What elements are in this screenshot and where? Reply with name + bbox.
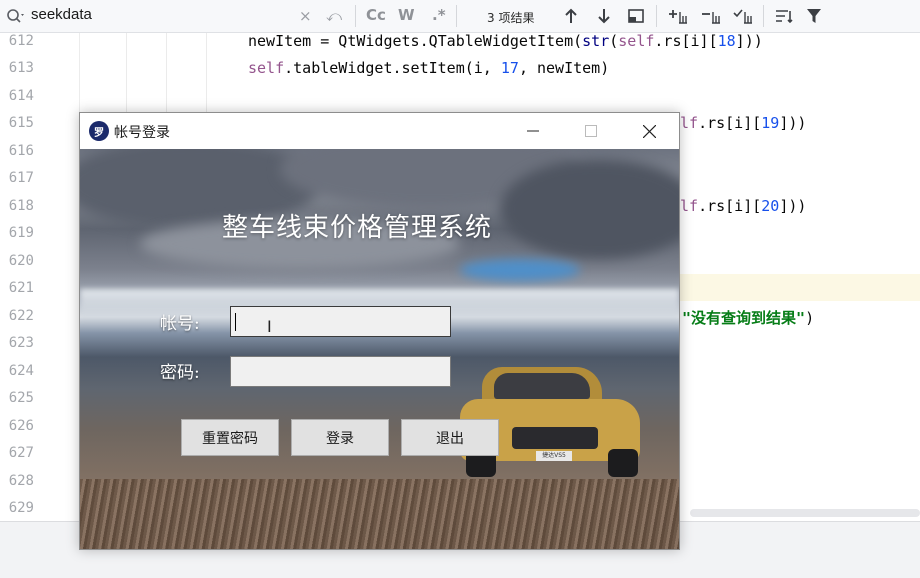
line-number: 624 bbox=[8, 363, 34, 379]
sort-lines-icon bbox=[776, 10, 793, 24]
dialog-title: 帐号登录 bbox=[114, 125, 170, 141]
line-number: 615 bbox=[8, 115, 34, 131]
clear-search-icon[interactable]: × bbox=[299, 6, 312, 26]
line-number: 617 bbox=[8, 170, 34, 186]
select-all-icon bbox=[733, 9, 752, 24]
add-selection-button[interactable] bbox=[667, 5, 689, 27]
code-line-613: self.tableWidget.setItem(i, 17, newItem) bbox=[248, 59, 610, 77]
line-number: 628 bbox=[8, 473, 34, 489]
line-number: 623 bbox=[8, 335, 34, 351]
funnel-icon bbox=[807, 9, 821, 23]
search-toolbar: seekdata × ⤺ Cc W .* 3 项结果 bbox=[0, 0, 920, 33]
car-wheel bbox=[608, 449, 638, 477]
system-title: 整车线束价格管理系统 bbox=[222, 213, 493, 243]
maximize-button[interactable] bbox=[562, 113, 620, 149]
code-line-618: lf.rs[i][20])) bbox=[680, 197, 807, 215]
gravel-ground bbox=[80, 479, 679, 549]
line-number: 620 bbox=[8, 253, 34, 269]
horizontal-scrollbar[interactable] bbox=[690, 509, 920, 517]
close-button[interactable] bbox=[620, 113, 678, 149]
arrow-down-icon bbox=[598, 9, 610, 24]
divider bbox=[763, 5, 764, 27]
app-logo-icon: 罗 bbox=[89, 121, 109, 141]
line-number: 627 bbox=[8, 445, 34, 461]
line-number: 618 bbox=[8, 198, 34, 214]
code-line-612: newItem = QtWidgets.QTableWidgetItem(str… bbox=[248, 32, 763, 50]
match-case-toggle[interactable]: Cc bbox=[366, 6, 386, 24]
maximize-icon bbox=[585, 125, 597, 137]
close-icon bbox=[642, 124, 656, 138]
password-label: 密码: bbox=[160, 363, 200, 383]
line-number: 626 bbox=[8, 418, 34, 434]
line-number: 625 bbox=[8, 390, 34, 406]
remove-selection-button[interactable] bbox=[700, 5, 722, 27]
account-label: 帐号: bbox=[160, 314, 200, 334]
select-all-occurrences-button[interactable] bbox=[732, 5, 754, 27]
code-line-622: "没有查询到结果") bbox=[682, 309, 815, 327]
minimize-button[interactable] bbox=[504, 113, 562, 149]
reset-password-button[interactable]: 重置密码 bbox=[181, 419, 279, 456]
car-windshield bbox=[494, 373, 590, 399]
whole-words-toggle[interactable]: W bbox=[398, 6, 415, 24]
search-icon[interactable] bbox=[6, 8, 26, 24]
line-number: 616 bbox=[8, 143, 34, 159]
add-occurrence-icon bbox=[669, 10, 687, 24]
divider bbox=[456, 5, 457, 27]
car-plate: 捷达VS5 bbox=[536, 451, 572, 461]
exit-button[interactable]: 退出 bbox=[401, 419, 499, 456]
car-grille bbox=[512, 427, 598, 449]
account-input[interactable]: I bbox=[230, 306, 451, 337]
next-occurrence-button[interactable] bbox=[593, 5, 615, 27]
line-number: 614 bbox=[8, 88, 34, 104]
line-number-gutter: 612 613 614 615 616 617 618 619 620 621 … bbox=[0, 33, 80, 521]
line-number: 629 bbox=[8, 500, 34, 516]
divider bbox=[355, 5, 356, 27]
divider bbox=[656, 5, 657, 27]
login-dialog: 罗 帐号登录 捷达VS5 整车线束价格管理系统 帐号: I 密码: 重置密码 登… bbox=[79, 112, 680, 550]
filter-button[interactable] bbox=[803, 5, 825, 27]
code-line-615: lf.rs[i][19])) bbox=[680, 114, 807, 132]
regex-toggle[interactable]: .* bbox=[432, 6, 446, 24]
password-input[interactable] bbox=[230, 356, 451, 387]
open-in-window-button[interactable] bbox=[625, 5, 647, 27]
previous-occurrence-button[interactable] bbox=[560, 5, 582, 27]
line-number: 613 bbox=[8, 60, 34, 76]
line-number: 619 bbox=[8, 225, 34, 241]
minimize-icon bbox=[527, 130, 539, 132]
remove-occurrence-icon bbox=[702, 12, 720, 24]
cloud bbox=[500, 159, 679, 259]
arrow-up-icon bbox=[565, 8, 577, 23]
window-icon bbox=[628, 9, 644, 23]
dialog-titlebar[interactable]: 罗 帐号登录 bbox=[80, 113, 679, 149]
line-number: 612 bbox=[8, 33, 34, 49]
login-button[interactable]: 登录 bbox=[291, 419, 389, 456]
search-input[interactable]: seekdata bbox=[31, 6, 92, 23]
ibeam-cursor-icon: I bbox=[267, 317, 272, 336]
line-number: 621 bbox=[8, 280, 34, 296]
text-caret bbox=[235, 313, 236, 331]
background-photo: 捷达VS5 整车线束价格管理系统 帐号: I 密码: 重置密码 登录 退出 bbox=[80, 149, 679, 549]
line-number: 622 bbox=[8, 308, 34, 324]
filter-settings-button[interactable] bbox=[773, 5, 795, 27]
search-history-icon[interactable]: ⤺ bbox=[326, 6, 342, 26]
search-result-count: 3 项结果 bbox=[487, 11, 535, 25]
sky-patch bbox=[460, 259, 580, 281]
